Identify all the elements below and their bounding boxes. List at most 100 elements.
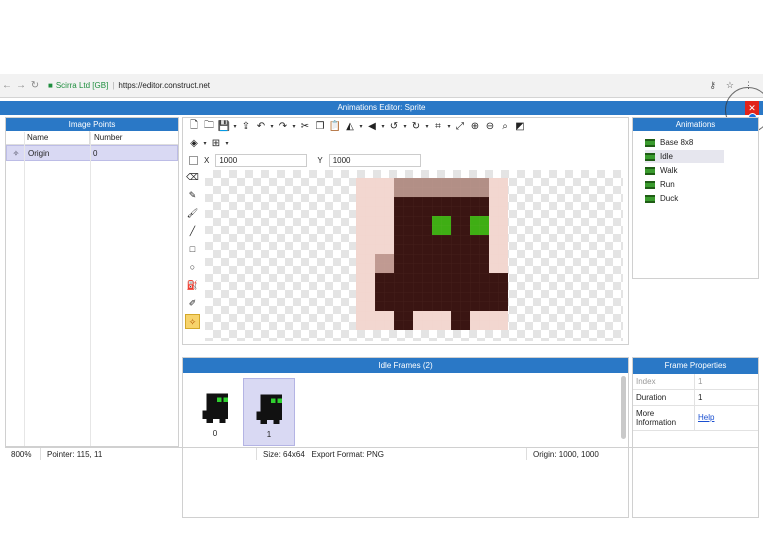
frame-label: 0: [212, 429, 218, 438]
property-key: More Information: [633, 406, 695, 430]
size-readout: Size: 64x64: [263, 450, 305, 459]
cut-icon[interactable]: ✂: [298, 121, 312, 132]
paste-icon[interactable]: 📋: [328, 121, 342, 132]
frame-thumbnail: [256, 394, 282, 424]
animations-panel: Animations Base 8x8 Idle Walk Run Duck: [632, 117, 759, 279]
reload-icon[interactable]: ↻: [28, 80, 42, 91]
image-point-tool-icon[interactable]: ✧: [185, 314, 200, 329]
y-label: Y: [317, 155, 323, 165]
star-icon[interactable]: ☆: [726, 80, 734, 91]
eraser-icon[interactable]: ⌫: [185, 170, 200, 185]
x-input[interactable]: 1000: [215, 153, 308, 167]
line-icon[interactable]: ╱: [185, 224, 200, 239]
drawing-tools: ⌫ ✎ 🖌 ╱ □ ○ ⛽ ✐ ✧: [185, 170, 201, 329]
grid-icon[interactable]: ⊞: [209, 138, 223, 149]
url-text[interactable]: https://editor.construct.net: [118, 81, 210, 90]
sprite-canvas[interactable]: [205, 170, 623, 341]
chevron-down-icon[interactable]: ▾: [291, 123, 297, 130]
animation-item-duck[interactable]: Duck: [645, 192, 724, 205]
animation-label: Idle: [660, 152, 673, 161]
export-icon[interactable]: ⇪: [239, 121, 253, 132]
animation-item-walk[interactable]: Walk: [645, 164, 724, 177]
frame-label: 1: [266, 430, 272, 439]
layers-icon[interactable]: ◈: [187, 138, 201, 149]
sprite-image: [356, 178, 508, 330]
chevron-down-icon[interactable]: ▾: [358, 123, 364, 130]
status-bar: 800% Pointer: 115, 11 Size: 64x64 Export…: [5, 447, 759, 460]
property-value: 1: [698, 377, 703, 386]
rotate-right-icon[interactable]: ↻: [409, 121, 423, 132]
chevron-down-icon[interactable]: ▾: [232, 123, 238, 130]
coordinate-bar: X 1000 Y 1000: [183, 152, 628, 168]
flip-horizontal-icon[interactable]: ◭: [343, 121, 357, 132]
animations-header: Animations: [633, 118, 758, 131]
chevron-down-icon[interactable]: ▾: [202, 140, 208, 147]
frame-thumb-1[interactable]: 1: [243, 378, 295, 446]
image-editor: 🗋 🗀 💾 ▾ ⇪ ↶ ▾ ↷ ▾ ✂ ❐ 📋 ◭ ▾ ◀ ▾ ↺ ▾ ↻ ▾ ⌗ ▾ ⤢ ⊕ …: [182, 117, 629, 345]
key-icon[interactable]: ⚷: [709, 80, 716, 91]
property-key: Index: [633, 374, 695, 389]
origin-readout: Origin: 1000, 1000: [533, 450, 599, 459]
copy-icon[interactable]: ❐: [313, 121, 327, 132]
chevron-down-icon[interactable]: ▾: [269, 123, 275, 130]
help-link[interactable]: Help: [698, 413, 714, 422]
flip-vertical-icon[interactable]: ◀: [365, 121, 379, 132]
editor-titlebar: Animations Editor: Sprite ✕: [0, 87, 763, 133]
pointer-readout: Pointer: 115, 11: [41, 448, 257, 460]
editor-title: Animations Editor: Sprite: [337, 103, 426, 112]
duration-input[interactable]: 1: [695, 390, 705, 405]
chevron-down-icon[interactable]: ▾: [424, 123, 430, 130]
pencil-icon[interactable]: ✎: [185, 188, 200, 203]
forward-icon[interactable]: →: [14, 80, 28, 91]
zoom-reset-icon[interactable]: ⌕: [498, 121, 512, 132]
open-folder-icon[interactable]: 🗀: [202, 118, 216, 135]
chevron-down-icon[interactable]: ▾: [402, 123, 408, 130]
url-field[interactable]: ■ Scirra Ltd [GB] | https://editor.const…: [48, 81, 210, 90]
toolbar-row-1: 🗋 🗀 💾 ▾ ⇪ ↶ ▾ ↷ ▾ ✂ ❐ 📋 ◭ ▾ ◀ ▾ ↺ ▾ ↻ ▾ ⌗ ▾ ⤢ ⊕ …: [183, 118, 628, 135]
undo-icon[interactable]: ↶: [254, 121, 268, 132]
frame-thumb-0[interactable]: 0: [189, 378, 241, 446]
back-icon[interactable]: ←: [0, 80, 14, 91]
redo-icon[interactable]: ↷: [276, 121, 290, 132]
image-points-columns: Name Number: [6, 131, 178, 145]
brush-icon[interactable]: 🖌: [185, 206, 200, 221]
zoom-out-icon[interactable]: ⊖: [483, 121, 497, 132]
zoom-level: 800%: [5, 448, 41, 460]
point-number: 0: [93, 149, 98, 158]
frames-scrollbar[interactable]: [621, 376, 626, 439]
animation-label: Run: [660, 180, 675, 189]
address-bar: ← → ↻ ■ Scirra Ltd [GB] | https://editor…: [0, 74, 763, 98]
animation-item-idle[interactable]: Idle: [645, 150, 724, 163]
snap-checkbox[interactable]: [189, 155, 198, 165]
crop-icon[interactable]: ⌗: [431, 121, 445, 132]
new-file-icon[interactable]: 🗋: [187, 118, 201, 135]
film-icon: [645, 166, 655, 175]
fill-bucket-icon[interactable]: ⛽: [185, 278, 200, 293]
animation-item-run[interactable]: Run: [645, 178, 724, 191]
zoom-in-icon[interactable]: ⊕: [468, 121, 482, 132]
chevron-down-icon[interactable]: ▾: [380, 123, 386, 130]
image-point-row[interactable]: ✧ Origin 0: [6, 145, 178, 161]
rectangle-icon[interactable]: □: [185, 242, 200, 257]
animation-label: Base 8x8: [660, 138, 694, 147]
rotate-left-icon[interactable]: ↺: [387, 121, 401, 132]
animation-item-base[interactable]: Base 8x8: [645, 136, 724, 149]
frame-properties-header: Frame Properties: [633, 358, 758, 374]
color-picker-icon[interactable]: ✐: [185, 296, 200, 311]
resize-icon[interactable]: ⤢: [453, 121, 467, 132]
toggle-background-icon[interactable]: ◩: [513, 121, 527, 132]
y-input[interactable]: 1000: [328, 153, 421, 167]
frames-panel: Idle Frames (2) 0 1: [182, 357, 629, 518]
column-name[interactable]: Name: [24, 131, 90, 144]
ellipse-icon[interactable]: ○: [185, 260, 200, 275]
pixel-grid: [356, 178, 508, 330]
image-points-header: Image Points: [6, 118, 178, 131]
chevron-down-icon[interactable]: ▾: [224, 140, 230, 147]
browser-window: ← → ↻ ■ Scirra Ltd [GB] | https://editor…: [0, 74, 763, 518]
frame-properties-panel: Frame Properties Index 1 Duration 1 More…: [632, 357, 759, 518]
column-number[interactable]: Number: [90, 131, 122, 144]
lock-icon: ■: [48, 81, 53, 90]
save-icon[interactable]: 💾: [217, 121, 231, 132]
film-icon: [645, 152, 655, 161]
chevron-down-icon[interactable]: ▾: [446, 123, 452, 130]
